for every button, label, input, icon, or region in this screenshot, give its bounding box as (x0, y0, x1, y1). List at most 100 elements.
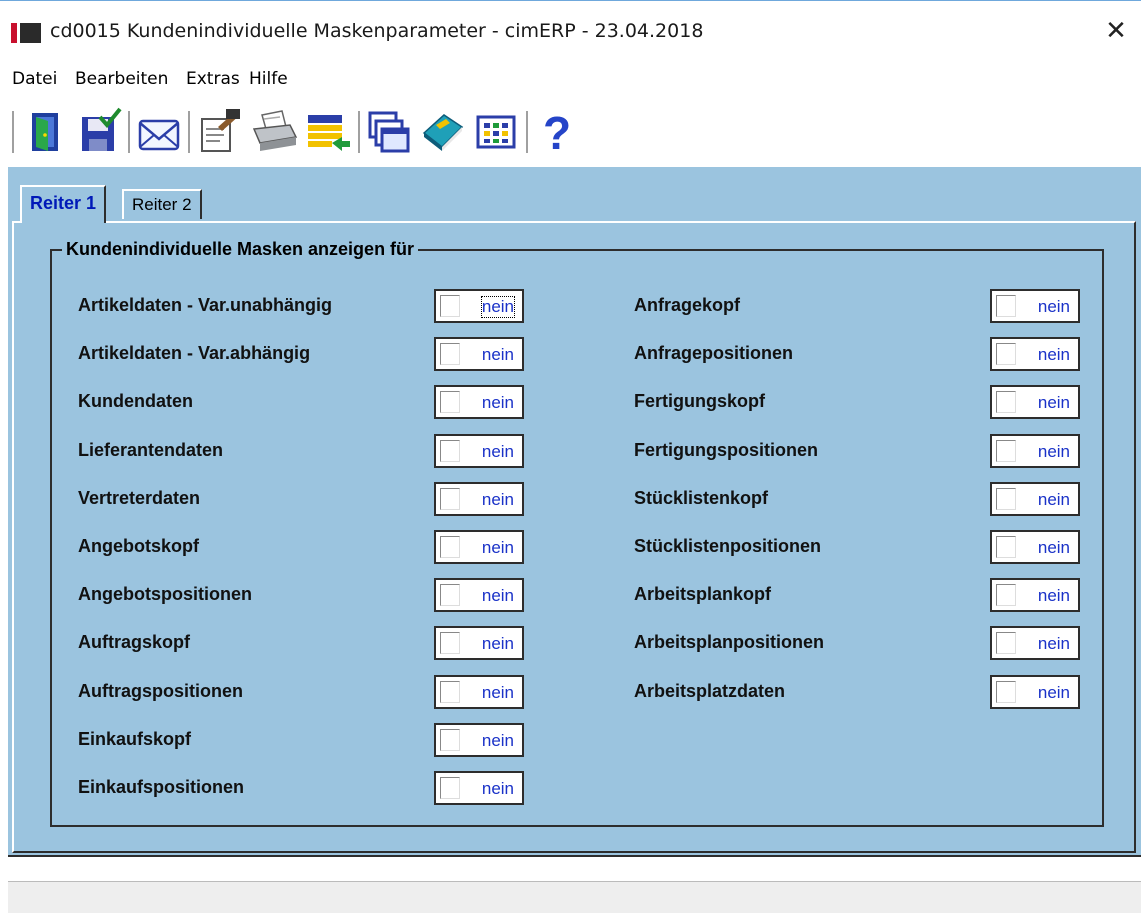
field-label: Fertigungskopf (634, 391, 765, 412)
checkbox[interactable] (996, 487, 1016, 510)
checkbox[interactable] (996, 584, 1016, 607)
help-question-icon[interactable]: ? (534, 107, 580, 155)
field-label: Auftragspositionen (78, 680, 243, 701)
checkbox[interactable] (440, 487, 460, 510)
main-panel: Reiter 1 Reiter 2 Kundenindividuelle Mas… (8, 167, 1141, 857)
checkbox[interactable] (440, 343, 460, 366)
field-label: Arbeitsplatzdaten (634, 680, 786, 701)
checkbox-field[interactable]: nein (990, 481, 1080, 516)
checkbox-value: nein (1037, 345, 1070, 365)
window-title: cd0015 Kundenindividuelle Maskenparamete… (50, 20, 704, 42)
status-bar (8, 881, 1141, 913)
menu-datei[interactable]: Datei (12, 69, 57, 89)
checkbox-field[interactable]: nein (990, 626, 1080, 661)
checkbox-field[interactable]: nein (434, 433, 524, 468)
checkbox-value: nein (480, 296, 516, 318)
checkbox-value: nein (481, 489, 514, 509)
checkbox[interactable] (440, 632, 460, 655)
checkbox-value: nein (1037, 297, 1070, 316)
checkbox-field[interactable]: nein (434, 771, 524, 805)
checkbox-value: nein (1037, 441, 1070, 461)
book-icon[interactable] (420, 107, 466, 155)
checkbox[interactable] (996, 439, 1016, 462)
checkbox[interactable] (996, 343, 1016, 366)
checkbox[interactable] (996, 632, 1016, 655)
checkbox-value: nein (481, 634, 514, 654)
tab-reiter-2[interactable]: Reiter 2 (122, 189, 202, 219)
menu-extras[interactable]: Extras (186, 69, 240, 89)
field-label: Artikeldaten - Var.abhängig (78, 343, 311, 364)
menu-bar: Datei Bearbeiten Extras Hilfe (0, 69, 1141, 97)
tab-panel: Kundenindividuelle Masken anzeigen für A… (12, 221, 1136, 853)
checkbox[interactable] (440, 777, 460, 799)
checkbox-value: nein (1037, 489, 1070, 509)
windows-stack-icon[interactable] (366, 107, 412, 155)
mail-envelope-icon[interactable] (136, 107, 182, 155)
checkbox-value: nein (481, 538, 514, 557)
checkbox[interactable] (440, 728, 460, 751)
close-button[interactable]: ✕ (1098, 15, 1134, 47)
edit-notepad-icon[interactable] (196, 107, 242, 155)
list-transfer-icon[interactable] (306, 107, 352, 155)
checkbox-value: nein (481, 586, 514, 606)
field-label: Anfragekopf (634, 295, 741, 315)
checkbox-field[interactable]: nein (990, 385, 1080, 420)
exit-door-icon[interactable] (22, 107, 68, 155)
field-label: Arbeitsplankopf (634, 584, 772, 605)
field-label: Stücklistenkopf (634, 487, 769, 508)
checkbox-value: nein (1037, 682, 1070, 702)
checkbox-field[interactable]: nein (990, 674, 1080, 709)
checkbox-field[interactable]: nein (990, 337, 1080, 372)
field-label: Anfragepositionen (634, 343, 794, 364)
checkbox-field[interactable]: nein (990, 433, 1080, 468)
printer-icon[interactable] (252, 107, 298, 155)
checkbox[interactable] (996, 295, 1016, 317)
checkbox-field[interactable]: nein (434, 385, 524, 420)
checkbox-field[interactable]: nein (434, 481, 524, 516)
field-label: Angebotskopf (78, 536, 199, 556)
menu-bearbeiten[interactable]: Bearbeiten (75, 69, 168, 89)
checkbox-field[interactable]: nein (434, 289, 524, 323)
app-logo-icon (11, 23, 41, 43)
checkbox-field[interactable]: nein (434, 530, 524, 564)
save-disk-icon[interactable] (76, 107, 122, 155)
app-window: cd0015 Kundenindividuelle Maskenparamete… (0, 0, 1141, 913)
checkbox-field[interactable]: nein (434, 337, 524, 372)
checkbox[interactable] (996, 680, 1016, 703)
field-label: Auftragskopf (78, 632, 190, 653)
menu-hilfe[interactable]: Hilfe (249, 69, 288, 89)
checkbox-value: nein (481, 779, 514, 798)
checkbox-field[interactable]: nein (434, 722, 524, 757)
field-label: Artikeldaten - Var.unabhängig (78, 295, 333, 315)
checkbox[interactable] (996, 536, 1016, 558)
group-title: Kundenindividuelle Masken anzeigen für (62, 239, 419, 260)
tab-reiter-1[interactable]: Reiter 1 (20, 185, 107, 223)
checkbox-value: nein (1037, 634, 1070, 654)
toolbar-separator (128, 111, 132, 153)
checkbox[interactable] (440, 680, 460, 703)
checkbox-field[interactable]: nein (990, 530, 1080, 564)
checkbox-field[interactable]: nein (434, 626, 524, 661)
field-label: Einkaufspositionen (78, 777, 245, 797)
checkbox-field[interactable]: nein (434, 578, 524, 613)
checkbox[interactable] (440, 536, 460, 558)
field-label: Arbeitsplanpositionen (634, 632, 825, 653)
checkbox[interactable] (440, 584, 460, 607)
field-label: Kundendaten (78, 391, 193, 412)
grid-table-icon[interactable] (474, 107, 520, 155)
checkbox-value: nein (481, 345, 514, 365)
checkbox-field[interactable]: nein (990, 289, 1080, 323)
toolbar-separator (188, 111, 192, 153)
checkbox[interactable] (440, 391, 460, 414)
title-bar: cd0015 Kundenindividuelle Maskenparamete… (0, 1, 1141, 47)
checkbox[interactable] (996, 391, 1016, 414)
checkbox-field[interactable]: nein (990, 578, 1080, 613)
svg-text:?: ? (543, 107, 571, 155)
checkbox[interactable] (440, 295, 460, 317)
field-label: Angebotspositionen (78, 584, 252, 605)
checkbox-field[interactable]: nein (434, 674, 524, 709)
checkbox[interactable] (440, 439, 460, 462)
checkbox-value: nein (481, 441, 514, 461)
field-label: Stücklistenpositionen (634, 536, 822, 556)
checkbox-value: nein (481, 393, 514, 413)
